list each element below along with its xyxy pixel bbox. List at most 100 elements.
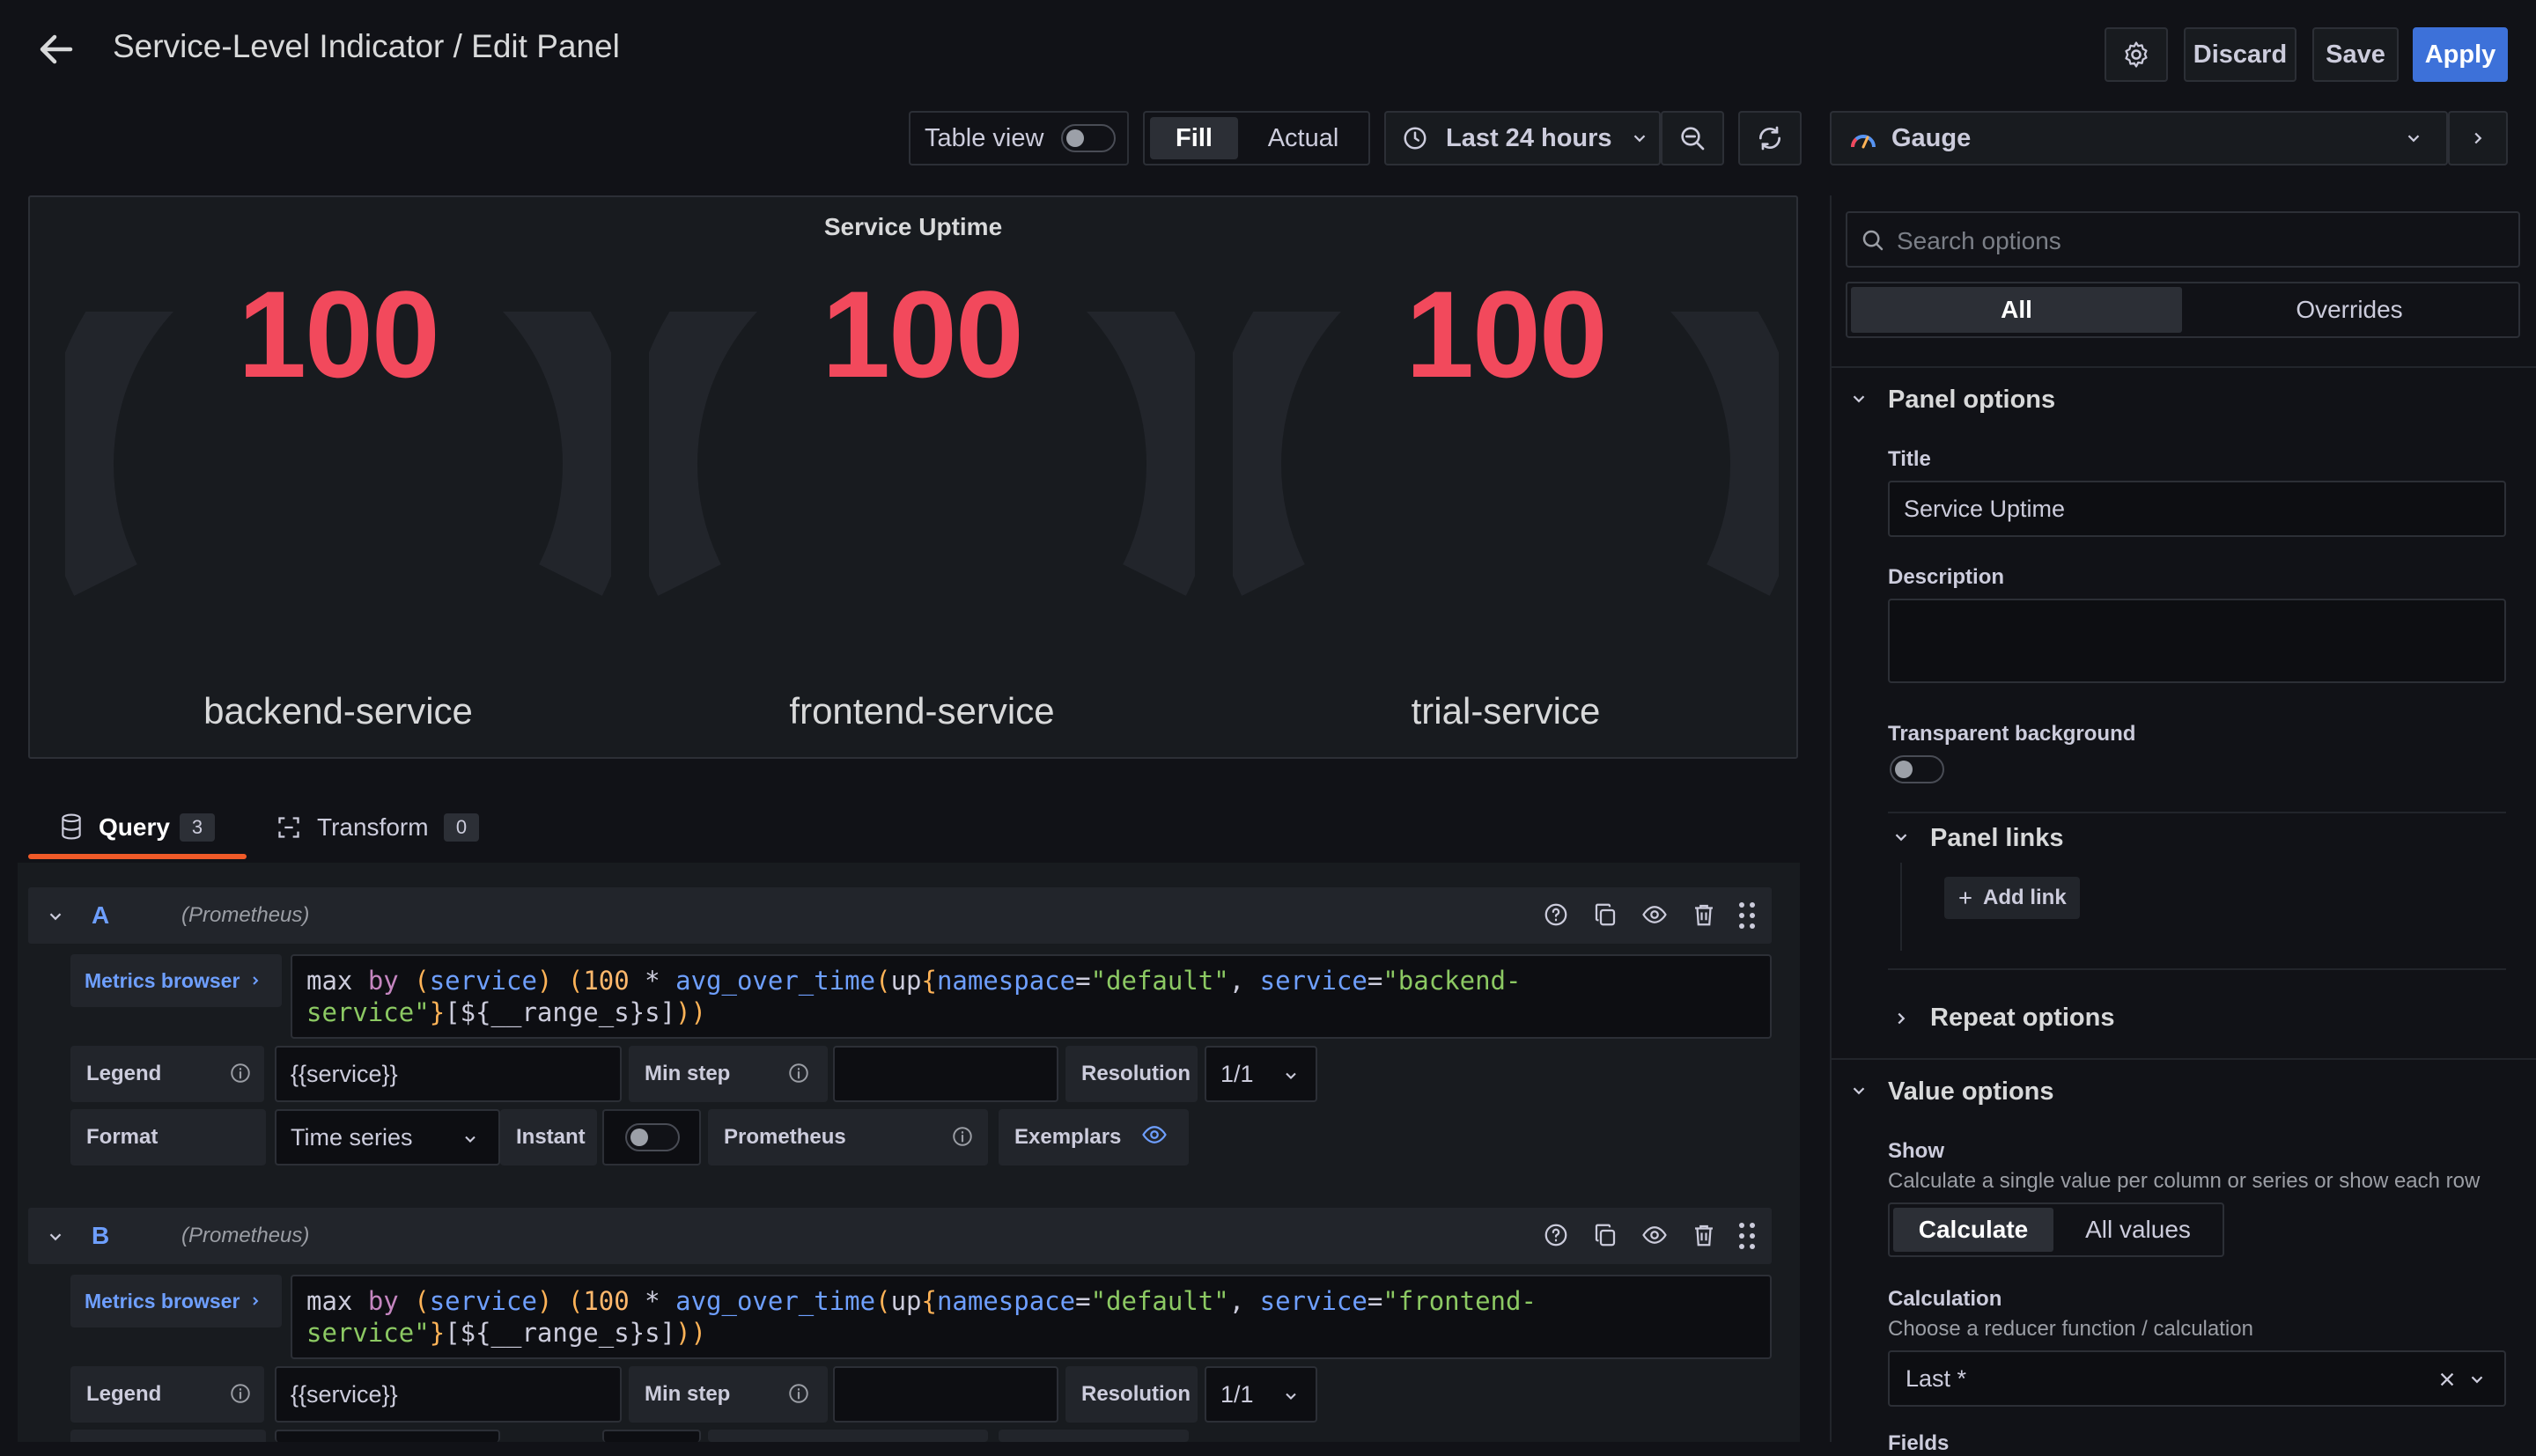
clear-icon[interactable]	[2437, 1370, 2457, 1389]
drag-handle-icon[interactable]	[1736, 1222, 1758, 1250]
copy-icon[interactable]	[1592, 901, 1618, 928]
search-options-input[interactable]: Search options	[1846, 211, 2520, 268]
query-row-b: B (Prometheus)	[28, 1208, 1772, 1264]
transparent-background-switch[interactable]	[1890, 755, 1944, 783]
chevron-right-icon	[2474, 132, 2482, 144]
refresh-button[interactable]	[1738, 111, 1802, 165]
visualization-label: Gauge	[1891, 123, 1972, 152]
value-options-heading[interactable]: Value options	[1888, 1077, 2054, 1107]
query-id[interactable]: B	[92, 1222, 109, 1250]
zoom-out-icon	[1681, 127, 1705, 151]
help-icon[interactable]	[1543, 1222, 1569, 1248]
tab-query[interactable]: Query 3	[28, 799, 247, 861]
time-range-picker[interactable]: Last 24 hours	[1384, 111, 1661, 165]
divider	[1832, 1058, 2536, 1060]
tab-all[interactable]: All	[1851, 287, 2182, 333]
metrics-browser-button[interactable]: Metrics browser	[70, 1275, 282, 1327]
discard-button[interactable]: Discard	[2184, 27, 2296, 82]
help-icon[interactable]	[1543, 901, 1569, 928]
info-icon	[789, 1384, 808, 1403]
show-label: Show	[1888, 1139, 1944, 1163]
save-button[interactable]: Save	[2312, 27, 2399, 82]
calculate-option[interactable]: Calculate	[1893, 1208, 2053, 1252]
all-values-option[interactable]: All values	[2057, 1208, 2219, 1252]
arrow-left-icon	[40, 34, 73, 64]
chevron-down-icon	[2407, 135, 2420, 143]
fields-label: Fields	[1888, 1431, 1950, 1455]
divider	[1832, 366, 2536, 368]
tab-query-label: Query	[99, 813, 170, 841]
metrics-browser-label: Metrics browser	[85, 968, 240, 992]
plus-icon	[1959, 892, 1972, 904]
chevron-down-icon	[465, 1136, 476, 1143]
chevron-right-icon	[253, 976, 259, 985]
chevron-down-icon	[1286, 1393, 1296, 1400]
chevron-right-icon	[253, 1297, 259, 1305]
table-view-switch[interactable]	[1061, 124, 1117, 152]
gear-icon	[2125, 41, 2148, 68]
query-row-a: A (Prometheus)	[28, 887, 1772, 944]
tab-overrides[interactable]: Overrides	[2184, 287, 2515, 333]
divider	[1888, 968, 2506, 970]
format-select[interactable]: Time series	[275, 1109, 500, 1166]
query-service: backend-	[1397, 966, 1522, 996]
query-datasource: (Prometheus)	[181, 903, 310, 927]
min-step-input[interactable]	[833, 1366, 1058, 1423]
calculation-value: Last *	[1906, 1364, 1967, 1392]
chevron-down-icon[interactable]	[1849, 389, 1869, 408]
query-id[interactable]: A	[92, 901, 109, 930]
collapse-options-button[interactable]	[2448, 111, 2508, 165]
tab-transform-count: 0	[444, 813, 479, 842]
panel-title: Service Uptime	[823, 213, 1003, 240]
actual-button[interactable]: Actual	[1242, 117, 1365, 159]
eye-icon[interactable]	[1641, 901, 1668, 928]
chevron-right-icon[interactable]	[1891, 1009, 1911, 1028]
panel-options-heading[interactable]: Panel options	[1888, 386, 2055, 415]
tab-transform[interactable]: Transform 0	[264, 799, 502, 861]
query-editor[interactable]: max by (service) (100 * avg_over_time(up…	[291, 954, 1772, 1039]
chevron-down-icon[interactable]	[46, 907, 65, 926]
clock-icon	[1404, 127, 1426, 150]
format-label-partial	[70, 1430, 266, 1442]
resolution-select[interactable]: 1/1	[1205, 1366, 1317, 1423]
table-view-toggle[interactable]: Table view	[909, 111, 1129, 165]
eye-icon[interactable]	[1641, 1222, 1668, 1248]
chevron-down-icon	[1633, 135, 1645, 143]
zoom-out-button[interactable]	[1661, 111, 1724, 165]
back-button[interactable]	[35, 30, 83, 69]
visualization-picker[interactable]: Gauge	[1830, 111, 2448, 165]
panel-links-heading[interactable]: Panel links	[1930, 824, 2064, 853]
gauge-value: 100	[1405, 265, 1608, 403]
description-textarea[interactable]	[1888, 599, 2506, 683]
min-step-input[interactable]	[833, 1046, 1058, 1102]
instant-label: Instant	[500, 1109, 597, 1166]
metrics-browser-button[interactable]: Metrics browser	[70, 954, 282, 1007]
resolution-label: Resolution	[1065, 1366, 1198, 1423]
search-options-placeholder: Search options	[1897, 227, 2061, 254]
trash-icon[interactable]	[1691, 1222, 1717, 1248]
gauge-label: frontend-service	[789, 690, 1055, 732]
copy-icon[interactable]	[1592, 1222, 1618, 1248]
tab-underline	[28, 854, 247, 859]
chevron-down-icon	[2471, 1376, 2483, 1384]
chevron-down-icon[interactable]	[46, 1227, 65, 1246]
divider	[1888, 812, 2506, 813]
chevron-down-icon[interactable]	[1891, 827, 1911, 847]
resolution-value: 1/1	[1220, 1380, 1254, 1408]
settings-button[interactable]	[2105, 27, 2168, 82]
fill-button[interactable]: Fill	[1150, 117, 1238, 159]
eye-icon[interactable]	[1141, 1121, 1168, 1148]
chevron-down-icon[interactable]	[1849, 1081, 1869, 1100]
calculation-select[interactable]: Last *	[1888, 1350, 2506, 1407]
instant-switch[interactable]	[625, 1123, 680, 1151]
apply-button[interactable]: Apply	[2413, 27, 2508, 82]
info-icon	[953, 1127, 972, 1146]
drag-handle-icon[interactable]	[1736, 901, 1758, 930]
trash-icon[interactable]	[1691, 901, 1717, 928]
query-editor[interactable]: max by (service) (100 * avg_over_time(up…	[291, 1275, 1772, 1359]
resolution-label: Resolution	[1065, 1046, 1198, 1102]
add-link-button[interactable]: Add link	[1944, 877, 2080, 919]
resolution-select[interactable]: 1/1	[1205, 1046, 1317, 1102]
refresh-icon	[1759, 126, 1780, 151]
repeat-options-heading[interactable]: Repeat options	[1930, 1004, 2114, 1033]
